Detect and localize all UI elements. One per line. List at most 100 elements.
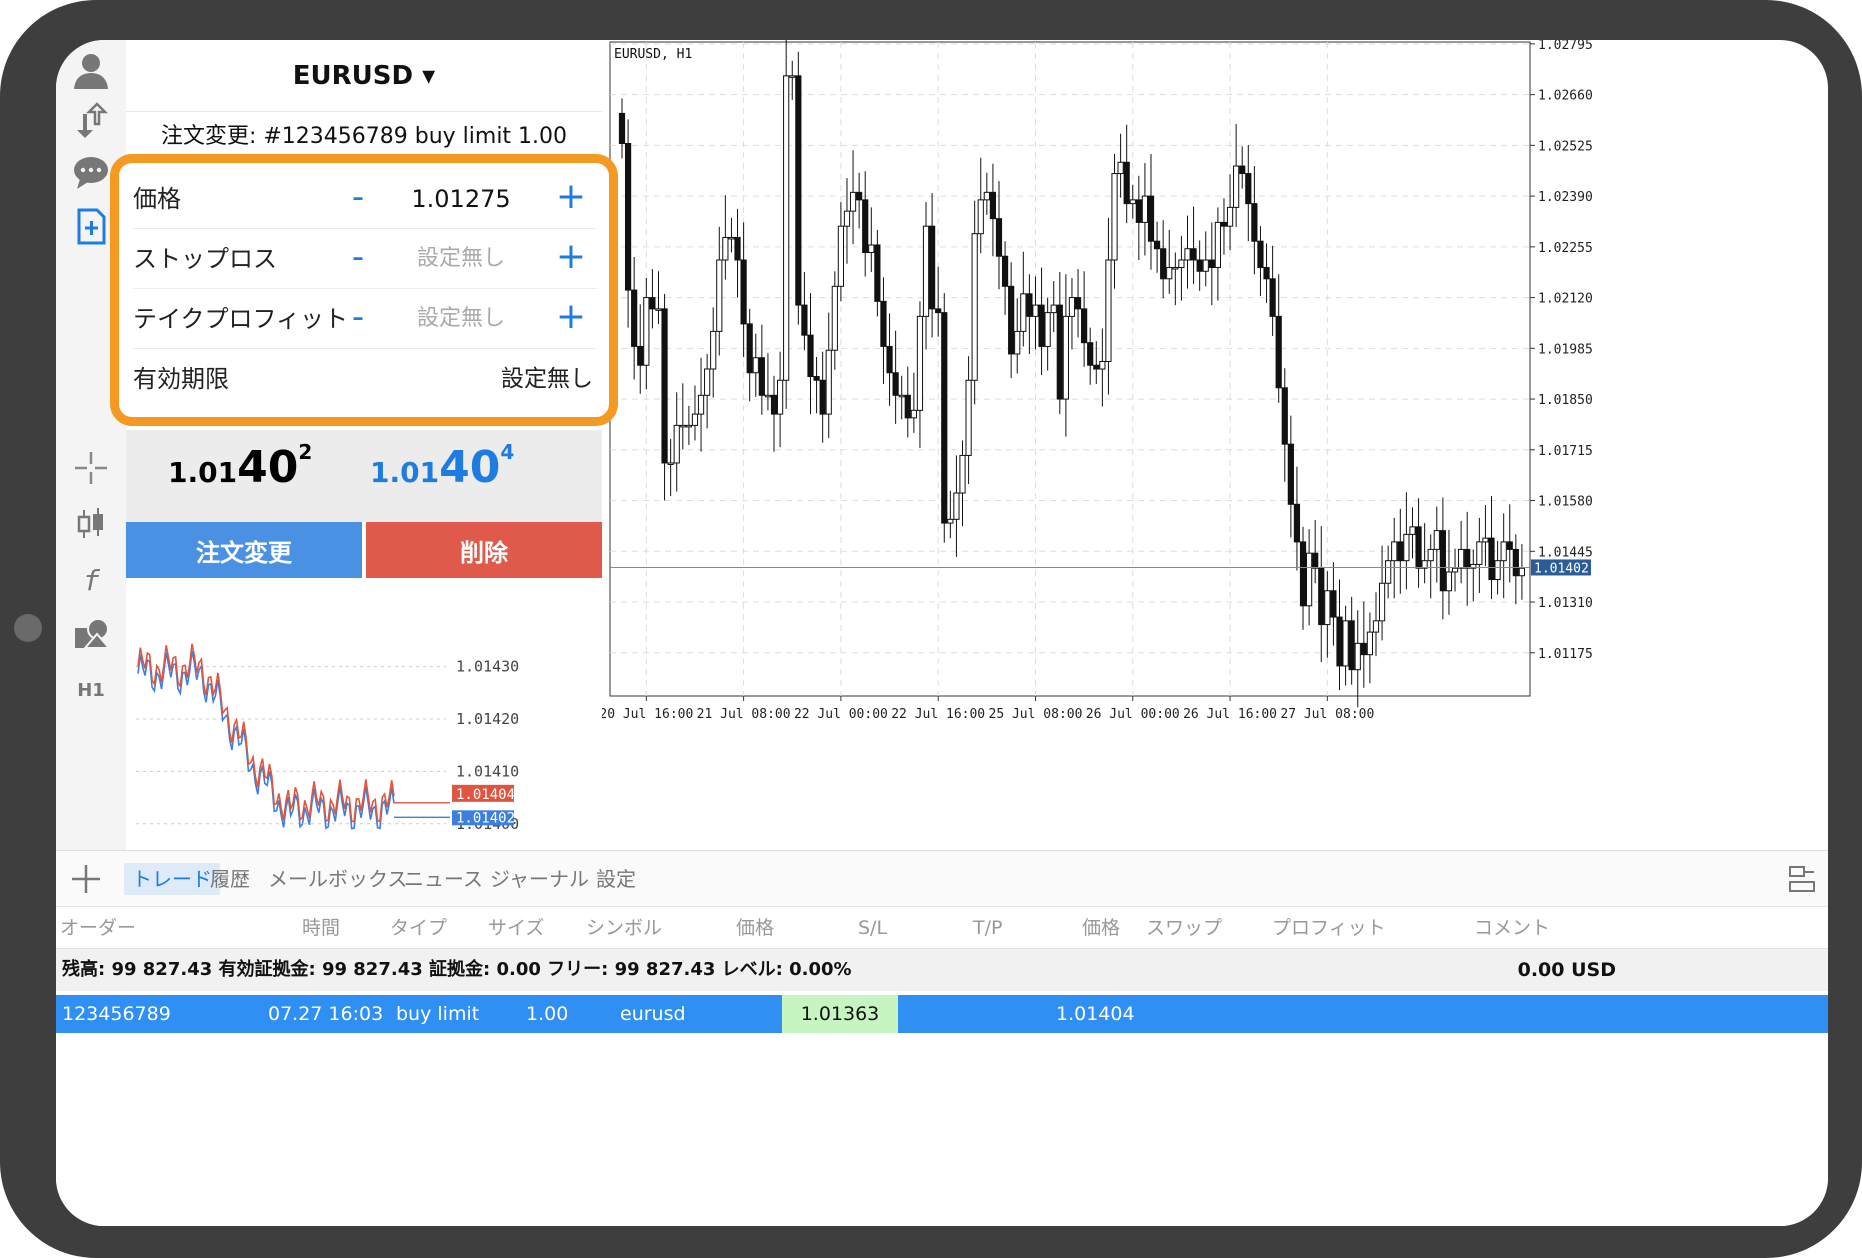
symbol-selector[interactable]: EURUSD ▾ xyxy=(126,40,602,112)
takeprofit-plus-button[interactable]: + xyxy=(551,289,591,345)
order-current-price: 1.01404 xyxy=(1056,1003,1135,1025)
quote-bar: 1.01402 1.01404 xyxy=(126,430,602,522)
candle-body xyxy=(770,394,778,415)
y-tick-label: 1.01580 xyxy=(1538,495,1593,510)
y-tick-label: 1.02390 xyxy=(1538,190,1593,205)
stoploss-input[interactable]: 設定無し xyxy=(369,229,553,289)
mini-y-label: 1.01430 xyxy=(456,658,519,676)
col-swap: スワップ xyxy=(1146,917,1223,939)
account-icon[interactable] xyxy=(69,48,113,92)
delete-order-button[interactable]: 削除 xyxy=(366,522,602,578)
tab-history[interactable]: 履歴 xyxy=(202,863,258,895)
price-plus-button[interactable]: + xyxy=(551,169,591,225)
candle-body xyxy=(983,191,990,201)
tab-journal[interactable]: ジャーナル xyxy=(482,863,597,895)
candle-body xyxy=(892,372,899,396)
candle-body xyxy=(947,518,954,524)
candle-body xyxy=(1293,503,1301,543)
takeprofit-input[interactable]: 設定無し xyxy=(369,289,553,349)
candle-body xyxy=(1081,308,1088,344)
candle-body xyxy=(1366,631,1374,656)
col-price: 価格 xyxy=(736,917,775,939)
candle-body xyxy=(1141,195,1149,223)
candle-body xyxy=(1044,312,1051,347)
main-chart[interactable]: 1.02795 1.02660 1.02525 1.02390 1.02255 1.021… xyxy=(599,40,1828,850)
candle-body xyxy=(1500,541,1507,562)
candle-body xyxy=(959,454,966,494)
candle-body xyxy=(1257,240,1264,269)
candle-body xyxy=(922,225,930,317)
candle-body xyxy=(1129,199,1136,205)
modify-order-button[interactable]: 注文変更 xyxy=(126,522,362,578)
candle-body xyxy=(1451,567,1459,573)
indicator-f-icon[interactable]: f xyxy=(69,558,113,602)
stoploss-label: ストップロス xyxy=(133,245,277,273)
candle-body xyxy=(941,312,948,524)
tick-chart: 1.014301.014201.014101.014001.014021.014… xyxy=(126,588,602,850)
order-params-popup: 価格 - 1.01275 + ストップロス - 設定無し + テイクプロフィット… xyxy=(110,154,618,426)
candle-body xyxy=(1494,560,1501,580)
candle-body xyxy=(1147,195,1155,242)
candle-body xyxy=(1233,165,1240,208)
order-type: buy limit xyxy=(396,1003,480,1025)
order-symbol: eurusd xyxy=(620,1003,686,1025)
candle-body xyxy=(1038,304,1045,347)
chart-title: EURUSD, H1 xyxy=(614,47,692,62)
trade-arrows-icon[interactable] xyxy=(69,98,113,142)
new-order-icon[interactable] xyxy=(69,204,113,248)
tab-news[interactable]: ニュース xyxy=(396,863,491,895)
candle-body xyxy=(1445,571,1453,592)
bid-prefix: 1.01 xyxy=(168,456,238,489)
timeframe-button[interactable]: H1 xyxy=(69,668,113,712)
candle-body xyxy=(1050,304,1057,314)
candle-body xyxy=(1372,620,1380,633)
col-time: 時間 xyxy=(302,917,341,939)
candle-body xyxy=(1153,240,1161,250)
tablet-frame: f H1 EURUSD ▾ 注文変更: #123456789 buy limit… xyxy=(0,0,1862,1258)
mini-ask-tag-label: 1.01404 xyxy=(456,787,515,803)
x-tick-label: 22 Jul 00:00 xyxy=(794,707,888,722)
candle-body xyxy=(1330,590,1337,618)
stoploss-plus-button[interactable]: + xyxy=(551,229,591,285)
y-tick-label: 1.01715 xyxy=(1538,444,1593,459)
candle-body xyxy=(637,345,644,366)
candle-body xyxy=(1087,342,1094,366)
candle-body xyxy=(710,330,717,370)
add-icon[interactable] xyxy=(70,859,102,899)
candle-body xyxy=(1415,526,1422,569)
candle-body xyxy=(1251,203,1258,242)
candle-body xyxy=(898,394,905,398)
chat-icon[interactable] xyxy=(69,150,113,194)
tab-settings[interactable]: 設定 xyxy=(588,863,644,895)
candle-body xyxy=(977,199,984,235)
home-button[interactable] xyxy=(14,614,42,642)
crosshair-icon[interactable] xyxy=(69,446,113,490)
col-profit: プロフィット xyxy=(1272,917,1386,939)
bid-big-digits: 40 xyxy=(237,442,299,493)
candle-body xyxy=(679,424,686,428)
candle-body xyxy=(1318,567,1325,626)
candle-body xyxy=(1433,530,1440,550)
candle-body xyxy=(862,199,869,253)
price-input[interactable]: 1.01275 xyxy=(369,169,553,229)
candle-body xyxy=(1269,278,1276,317)
candle-type-icon[interactable] xyxy=(69,502,113,546)
y-tick-label: 1.02795 xyxy=(1538,40,1593,53)
candle-body xyxy=(1190,248,1197,261)
tab-mailbox[interactable]: メールボックス xyxy=(260,863,415,895)
layout-toggle-icon[interactable] xyxy=(1786,865,1818,895)
mini-bid-tag-label: 1.01402 xyxy=(456,810,515,826)
candle-body xyxy=(1306,552,1313,607)
candle-body xyxy=(849,191,857,212)
candle-body xyxy=(1360,642,1367,656)
mini-y-label: 1.01420 xyxy=(456,710,519,728)
expiration-select[interactable]: 設定無し xyxy=(413,349,593,409)
objects-icon[interactable] xyxy=(69,612,113,656)
order-price: 1.01363 xyxy=(782,995,898,1033)
candle-body xyxy=(1336,616,1343,667)
balance-summary: 残高: 99 827.43 有効証拠金: 99 827.43 証拠金: 0.00… xyxy=(62,959,852,980)
table-row[interactable]: 123456789 07.27 16:03 buy limit 1.00 eur… xyxy=(56,995,1828,1033)
candle-body xyxy=(728,236,735,240)
bid-pip: 2 xyxy=(298,440,313,464)
candle-body xyxy=(1312,552,1319,569)
